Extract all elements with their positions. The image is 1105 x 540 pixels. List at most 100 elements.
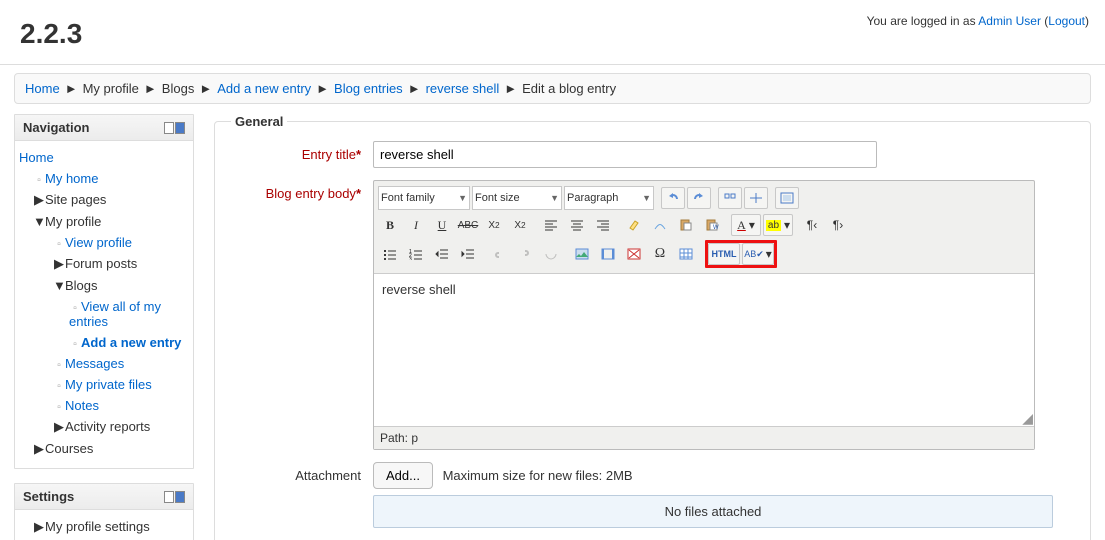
breadcrumb-sep-icon: ► <box>144 81 157 96</box>
outdent-icon[interactable] <box>430 243 454 265</box>
font-family-select[interactable]: Font family▼ <box>378 186 470 210</box>
resize-grip-icon[interactable]: ◢ <box>1021 413 1033 425</box>
login-user-link[interactable]: Admin User <box>978 14 1041 28</box>
subscript-icon[interactable]: X2 <box>482 214 506 236</box>
settings-block: Settings ▶My profile settings ▼Site admi… <box>14 483 194 540</box>
breadcrumb-item: Edit a blog entry <box>522 81 616 96</box>
file-drop-area[interactable]: No files attached <box>373 495 1053 528</box>
expand-icon[interactable]: ▶ <box>33 192 45 208</box>
bold-icon[interactable]: B <box>378 214 402 236</box>
ltr-icon[interactable]: ¶‹ <box>800 214 824 236</box>
breadcrumb-item[interactable]: reverse shell <box>426 81 500 96</box>
align-left-icon[interactable] <box>539 214 563 236</box>
attachment-label: Attachment <box>295 468 361 483</box>
breadcrumb-sep-icon: ► <box>199 81 212 96</box>
settings-profile[interactable]: My profile settings <box>45 519 150 534</box>
breadcrumb-sep-icon: ► <box>408 81 421 96</box>
nav-block-title: Navigation <box>23 120 89 135</box>
italic-icon[interactable]: I <box>404 214 428 236</box>
nav-myprofile[interactable]: My profile <box>45 214 101 229</box>
undo-icon[interactable] <box>661 187 685 209</box>
nav-privatefiles[interactable]: My private files <box>65 377 152 392</box>
expand-icon[interactable]: ▶ <box>53 256 65 272</box>
collapse-icon[interactable]: ▼ <box>53 278 65 293</box>
editor-content-area[interactable]: reverse shell ◢ <box>374 273 1034 426</box>
html-source-button[interactable]: HTML <box>708 243 740 265</box>
expand-icon[interactable]: ▶ <box>53 419 65 435</box>
underline-icon[interactable]: U <box>430 214 454 236</box>
nav-addnew[interactable]: Add a new entry <box>81 335 181 350</box>
nav-messages[interactable]: Messages <box>65 356 124 371</box>
align-right-icon[interactable] <box>591 214 615 236</box>
paragraph-select[interactable]: Paragraph▼ <box>564 186 654 210</box>
nav-courses[interactable]: Courses <box>45 441 93 456</box>
breadcrumb-item: Blogs <box>162 81 195 96</box>
entry-title-input[interactable] <box>373 141 877 168</box>
nav-notes[interactable]: Notes <box>65 398 99 413</box>
bullet-icon: ▫ <box>53 360 65 371</box>
media-icon[interactable] <box>596 243 620 265</box>
nav-activity[interactable]: Activity reports <box>65 419 150 434</box>
font-size-select[interactable]: Font size▼ <box>472 186 562 210</box>
navigation-block: Navigation Home ▫My home ▶Site pages ▼My… <box>14 114 194 469</box>
max-size-text: Maximum size for new files: 2MB <box>443 468 633 483</box>
link-icon[interactable] <box>487 243 511 265</box>
logout-link[interactable]: Logout <box>1048 14 1085 28</box>
collapse-icon[interactable]: ▼ <box>33 214 45 229</box>
paste-word-icon[interactable]: W <box>700 214 724 236</box>
breadcrumb-item[interactable]: Add a new entry <box>217 81 311 96</box>
nav-home[interactable]: Home <box>19 150 54 165</box>
superscript-icon[interactable]: X2 <box>508 214 532 236</box>
bullet-list-icon[interactable] <box>378 243 402 265</box>
text-color-icon[interactable]: A▾ <box>731 214 761 236</box>
breadcrumb-item[interactable]: Home <box>25 81 60 96</box>
align-center-icon[interactable] <box>565 214 589 236</box>
clean-icon[interactable] <box>622 214 646 236</box>
expand-icon[interactable]: ▶ <box>33 441 45 457</box>
find-icon[interactable] <box>718 187 742 209</box>
anchor-icon[interactable] <box>539 243 563 265</box>
fieldset-legend: General <box>231 114 287 129</box>
breadcrumb-item: My profile <box>83 81 139 96</box>
block-controls[interactable] <box>164 491 185 503</box>
bullet-icon: ▫ <box>69 303 81 314</box>
nav-sitepages[interactable]: Site pages <box>45 192 106 207</box>
page-header: 2.2.3 <box>0 0 1105 65</box>
nav-blogs[interactable]: Blogs <box>65 278 98 293</box>
indent-icon[interactable] <box>456 243 480 265</box>
expand-icon[interactable]: ▶ <box>33 519 45 535</box>
rtl-icon[interactable]: ¶› <box>826 214 850 236</box>
strike-icon[interactable]: ABC <box>456 214 480 236</box>
spellcheck-icon[interactable]: AB✔▾ <box>742 243 774 265</box>
no-media-icon[interactable] <box>622 243 646 265</box>
redo-icon[interactable] <box>687 187 711 209</box>
table-icon[interactable] <box>674 243 698 265</box>
rich-text-editor: Font family▼ Font size▼ Paragraph▼ <box>373 180 1035 450</box>
nav-forumposts[interactable]: Forum posts <box>65 256 137 271</box>
number-list-icon[interactable]: 123 <box>404 243 428 265</box>
block-controls[interactable] <box>164 122 185 134</box>
breadcrumb-item[interactable]: Blog entries <box>334 81 403 96</box>
editor-path-bar: Path: p <box>374 426 1034 449</box>
body-label: Blog entry body <box>266 186 356 201</box>
fullscreen-icon[interactable] <box>775 187 799 209</box>
required-star-icon: * <box>356 186 361 201</box>
nav-viewall[interactable]: View all of my entries <box>69 299 161 329</box>
bullet-icon: ▫ <box>53 239 65 250</box>
replace-icon[interactable] <box>744 187 768 209</box>
image-icon[interactable] <box>570 243 594 265</box>
breadcrumb-sep-icon: ► <box>65 81 78 96</box>
paste-text-icon[interactable] <box>674 214 698 236</box>
bullet-icon: ▫ <box>69 339 81 350</box>
nav-viewprofile[interactable]: View profile <box>65 235 132 250</box>
add-file-button[interactable]: Add... <box>373 462 433 489</box>
bg-color-icon[interactable]: ab▾ <box>763 214 793 236</box>
remove-format-icon[interactable] <box>648 214 672 236</box>
special-char-icon[interactable]: Ω <box>648 243 672 265</box>
bullet-icon: ▫ <box>53 402 65 413</box>
nav-myhome[interactable]: My home <box>45 171 98 186</box>
unlink-icon[interactable] <box>513 243 537 265</box>
entry-title-label: Entry title <box>302 147 356 162</box>
bullet-icon: ▫ <box>33 175 45 186</box>
bullet-icon: ▫ <box>53 381 65 392</box>
